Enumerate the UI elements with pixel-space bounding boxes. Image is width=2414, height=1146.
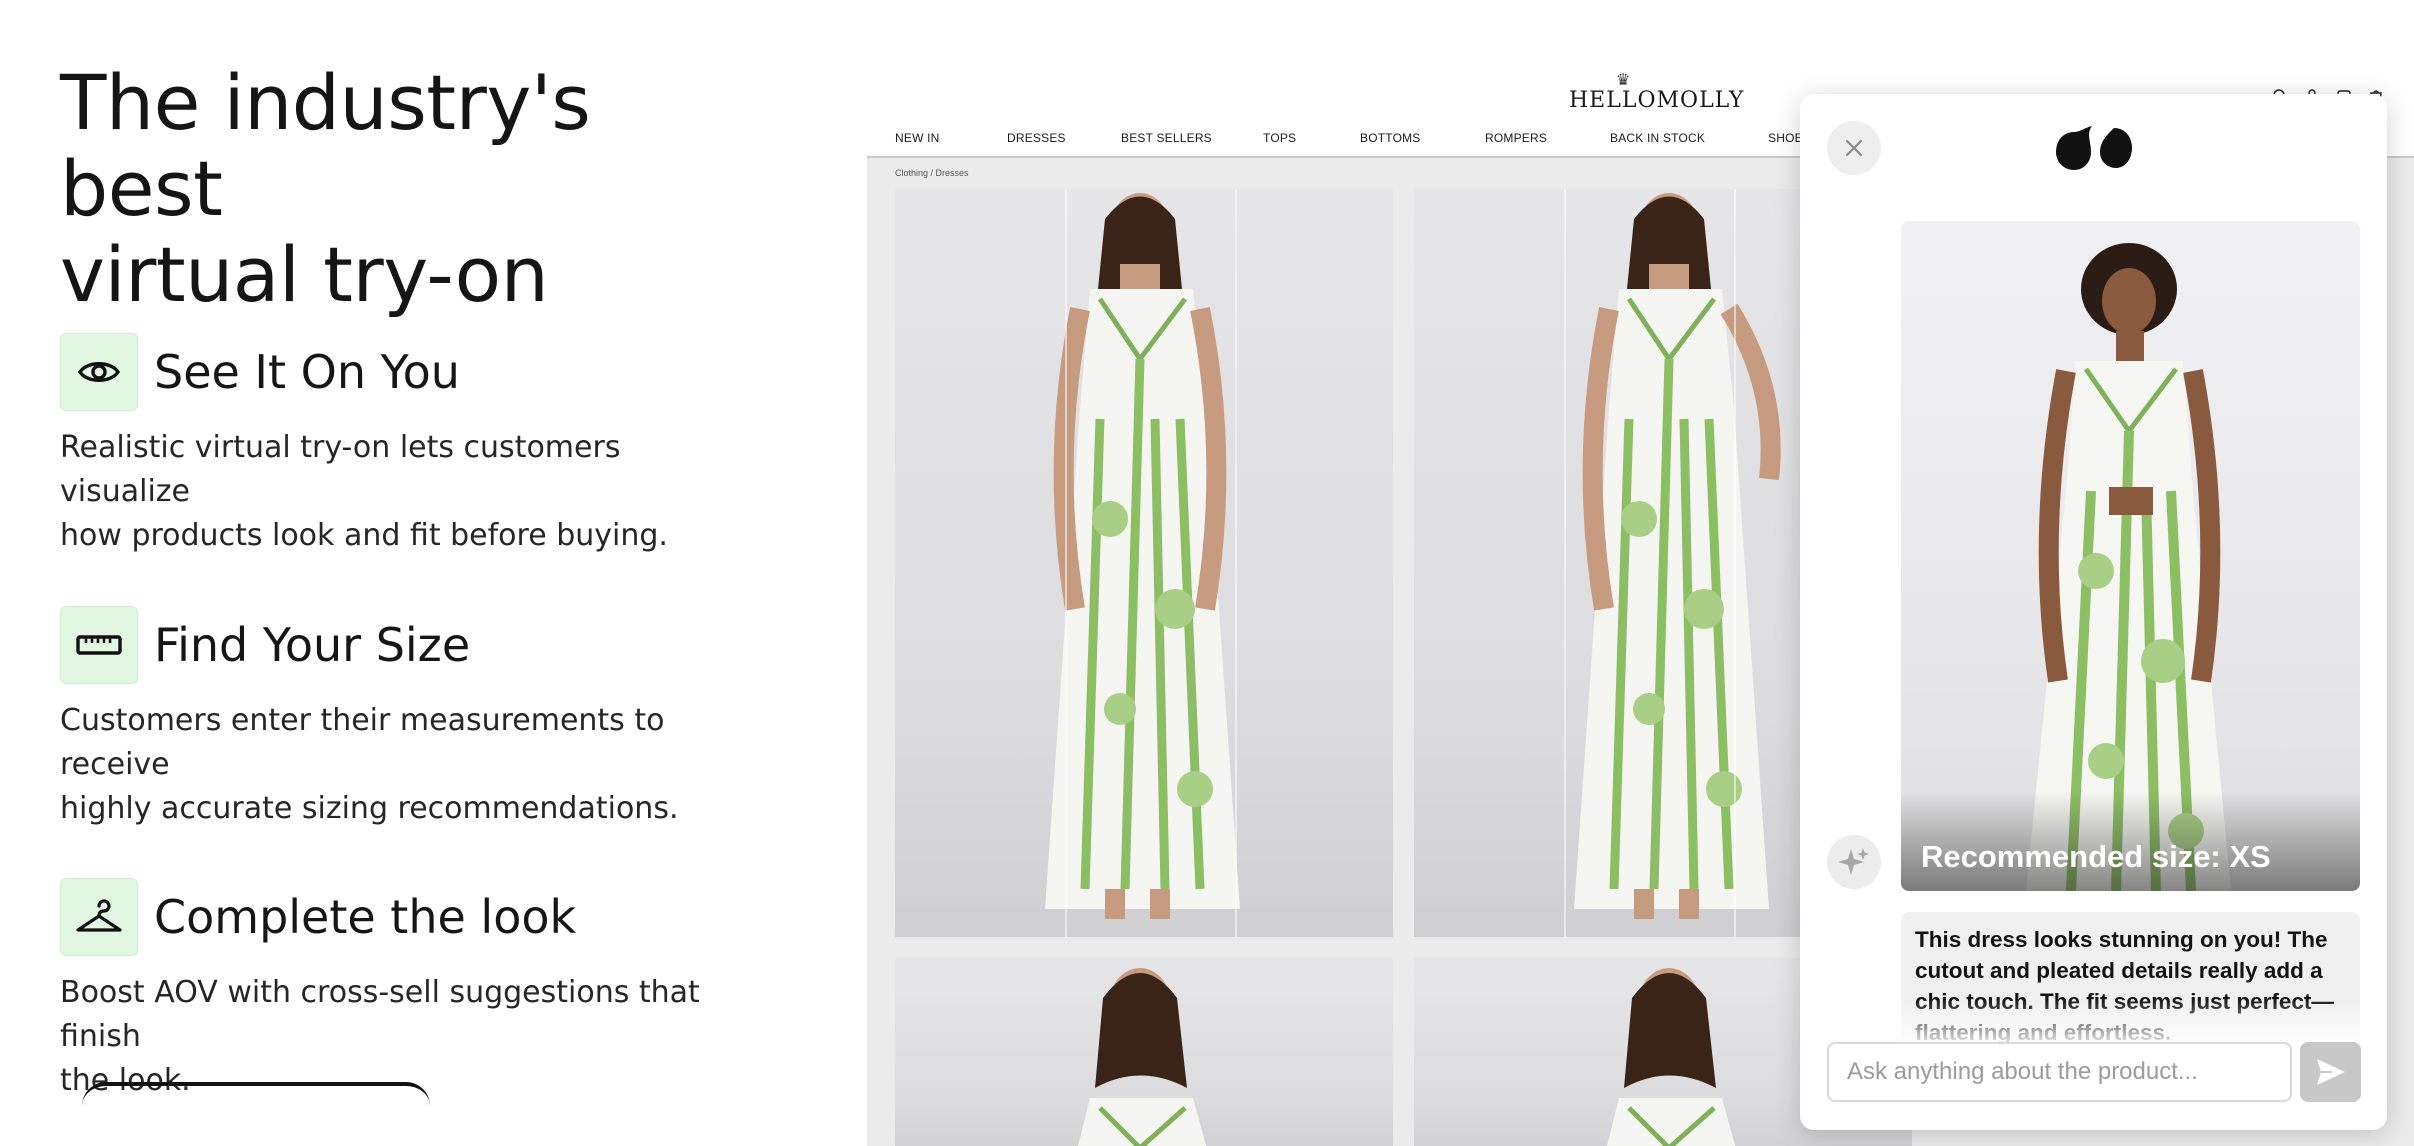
send-button[interactable] — [2300, 1042, 2361, 1102]
hero-title: The industry's best virtual try-on — [60, 60, 760, 318]
store-nav: NEW IN DRESSES BEST SELLERS TOPS BOTTOMS… — [895, 131, 1811, 145]
feature-description: Realistic virtual try-on lets customers … — [60, 426, 720, 558]
tryon-chat-widget: Recommended size: XS This dress looks st… — [1800, 94, 2387, 1130]
nav-item[interactable]: DRESSES — [1007, 131, 1121, 145]
hanger-icon — [60, 878, 138, 956]
nav-item[interactable]: NEW IN — [895, 131, 1007, 145]
page: The industry's best virtual try-on See I… — [0, 0, 2414, 1146]
nav-item[interactable]: TOPS — [1263, 131, 1360, 145]
feature-see-it-on-you: See It On You Realistic virtual try-on l… — [60, 332, 760, 558]
feature-description-line: Boost AOV with cross-sell suggestions th… — [60, 975, 700, 1054]
ai-sparkle-icon — [1827, 835, 1881, 889]
breadcrumb[interactable]: Clothing / Dresses — [895, 168, 969, 178]
feature-description-line: Customers enter their measurements to re… — [60, 703, 665, 782]
eye-icon — [60, 333, 138, 411]
chat-input[interactable] — [1827, 1042, 2292, 1102]
ruler-icon — [60, 606, 138, 684]
feature-title: See It On You — [154, 345, 460, 399]
dress-model-image — [1045, 193, 1240, 919]
feature-description-line: how products look and fit before buying. — [60, 518, 668, 553]
product-image[interactable] — [895, 958, 1393, 1146]
feature-title: Complete the look — [154, 890, 577, 944]
nav-item[interactable]: ROMPERS — [1485, 131, 1610, 145]
feature-description: Customers enter their measurements to re… — [60, 699, 720, 831]
message-fade — [1901, 999, 2360, 1047]
chat-input-row — [1827, 1042, 2361, 1104]
feature-title: Find Your Size — [154, 618, 471, 672]
hero-title-line-1: The industry's best — [60, 58, 591, 233]
nav-item[interactable]: BEST SELLERS — [1121, 131, 1263, 145]
assistant-message: This dress looks stunning on you! The cu… — [1901, 912, 2360, 1047]
store-logo[interactable]: HELLOMOLLY — [1569, 88, 1744, 113]
crown-icon: ♛ — [1616, 72, 1631, 89]
recommended-size-label: Recommended size: XS — [1921, 839, 2271, 874]
send-icon — [2316, 1059, 2345, 1085]
hero-title-line-2: virtual try-on — [60, 230, 549, 319]
marketing-column: The industry's best virtual try-on See I… — [60, 60, 760, 1098]
nav-item[interactable]: BACK IN STOCK — [1610, 131, 1768, 145]
cta-button[interactable] — [82, 1082, 430, 1122]
feature-description-line: highly accurate sizing recommendations. — [60, 791, 679, 826]
product-image[interactable] — [895, 189, 1393, 937]
quote-logo-icon — [2056, 126, 2132, 177]
feature-complete-the-look: Complete the look Boost AOV with cross-s… — [60, 877, 760, 1103]
close-button[interactable] — [1827, 121, 1881, 175]
feature-find-your-size: Find Your Size Customers enter their mea… — [60, 605, 760, 831]
nav-item[interactable]: BOTTOMS — [1360, 131, 1485, 145]
tryon-result-image[interactable]: Recommended size: XS — [1901, 221, 2360, 891]
dress-model-image — [1078, 968, 1207, 1146]
close-icon — [1845, 139, 1863, 157]
feature-description-line: Realistic virtual try-on lets customers … — [60, 430, 621, 509]
